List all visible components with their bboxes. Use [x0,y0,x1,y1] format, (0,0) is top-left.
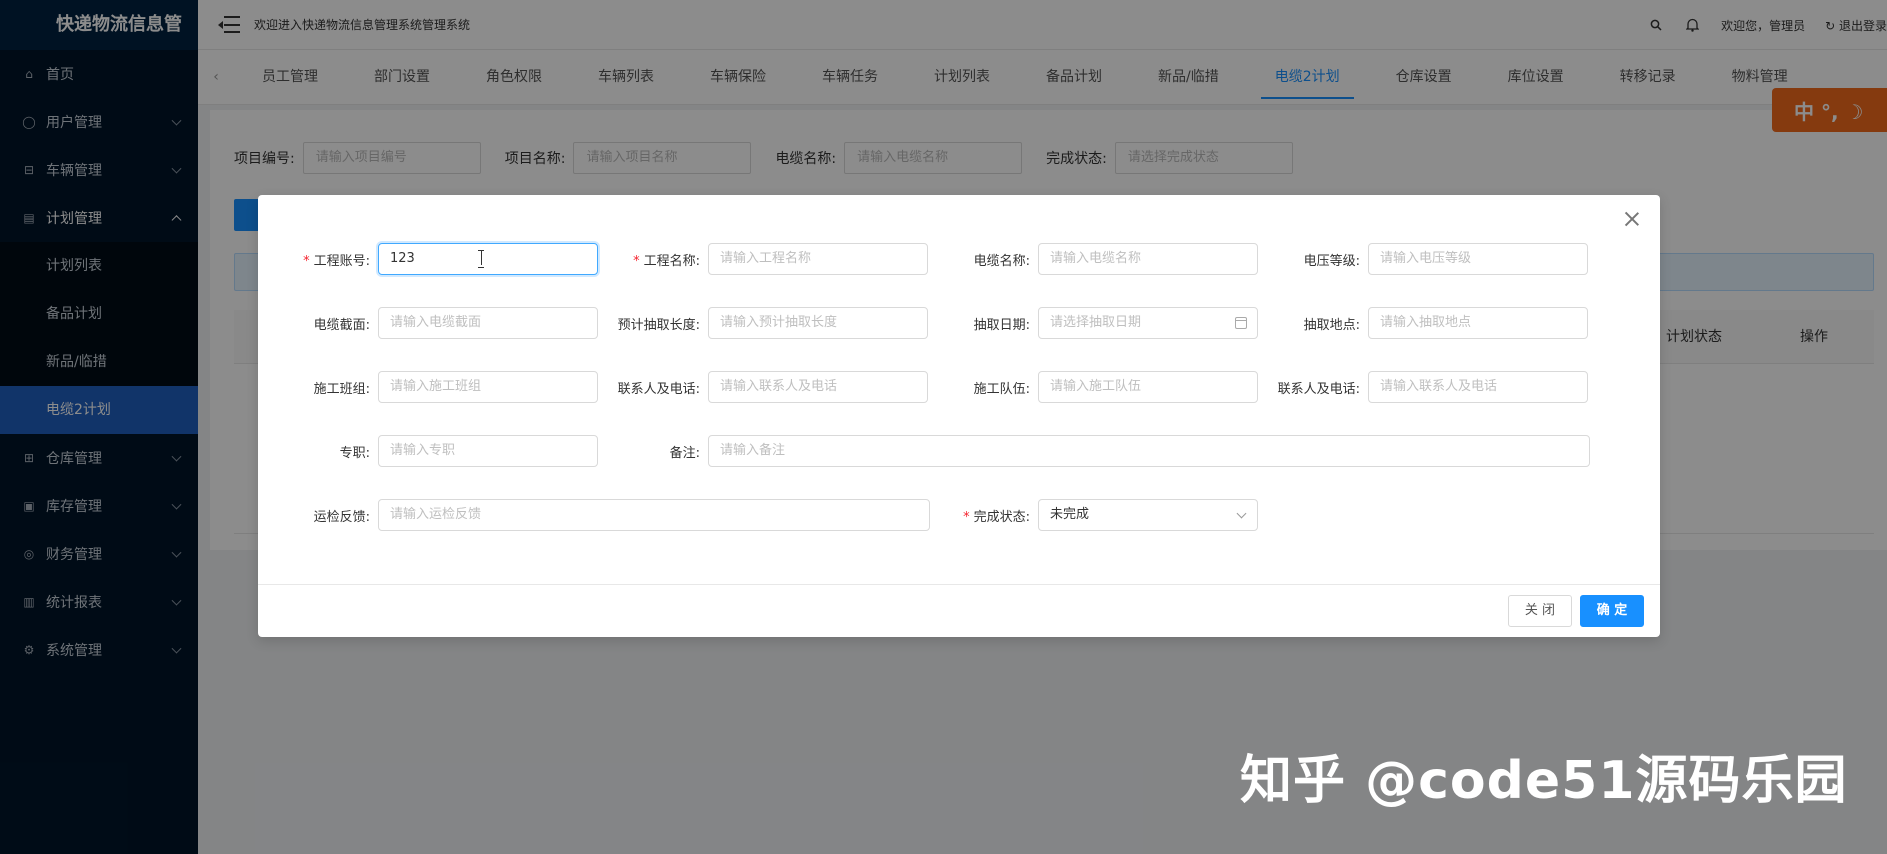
remark-input[interactable]: 请输入备注 [708,435,1590,467]
special-label: 专职: [339,445,370,461]
field-length: 预计抽取长度: 请输入预计抽取长度 [598,307,928,339]
field-status: * 完成状态: 未完成 [930,499,1258,531]
team-label: 施工班组: [313,381,370,397]
cable-name-label: 电缆名称: [973,253,1030,269]
status-label: 完成状态: [973,509,1030,525]
section-label: 电缆截面: [313,317,370,333]
field-section: 电缆截面: 请输入电缆截面 [258,307,598,339]
account-input[interactable]: 123 [378,243,598,275]
field-crew: 施工队伍: 请输入施工队伍 [930,371,1258,403]
field-engineering-name: * 工程名称: 请输入工程名称 [598,243,928,275]
chevron-down-icon [1236,508,1247,519]
required-mark: * [303,253,310,269]
special-input[interactable]: 请输入专职 [378,435,598,467]
field-account: * 工程账号: 123 [258,243,598,275]
field-contact-2: 联系人及电话: 请输入联系人及电话 [1260,371,1588,403]
contact-1-input[interactable]: 请输入联系人及电话 [708,371,928,403]
required-mark: * [633,253,640,269]
confirm-button[interactable]: 确 定 [1580,595,1644,627]
dialog-footer: 关 闭 确 定 [258,584,1660,637]
team-input[interactable]: 请输入施工班组 [378,371,598,403]
field-date: 抽取日期: 请选择抽取日期 [930,307,1258,339]
crew-input[interactable]: 请输入施工队伍 [1038,371,1258,403]
feedback-input[interactable]: 请输入运检反馈 [378,499,930,531]
engineering-name-label: 工程名称: [643,253,700,269]
account-label: 工程账号: [313,253,370,269]
length-input[interactable]: 请输入预计抽取长度 [708,307,928,339]
crew-label: 施工队伍: [973,381,1030,397]
field-feedback: 运检反馈: 请输入运检反馈 [258,499,930,531]
field-cable-name: 电缆名称: 请输入电缆名称 [930,243,1258,275]
close-button[interactable]: 关 闭 [1508,595,1572,627]
cable-plan-dialog: * 工程账号: 123 * 工程名称: 请输入工程名称 电缆名称: 请输入电缆名称 … [258,195,1660,637]
engineering-name-input[interactable]: 请输入工程名称 [708,243,928,275]
voltage-input[interactable]: 请输入电压等级 [1368,243,1588,275]
section-input[interactable]: 请输入电缆截面 [378,307,598,339]
field-contact-1: 联系人及电话: 请输入联系人及电话 [598,371,928,403]
field-special: 专职: 请输入专职 [258,435,598,467]
length-label: 预计抽取长度: [617,317,700,333]
date-label: 抽取日期: [973,317,1030,333]
remark-label: 备注: [669,445,700,461]
field-remark: 备注: 请输入备注 [598,435,1590,467]
voltage-label: 电压等级: [1303,253,1360,269]
watermark-text: 知乎 @code51源码乐园 [1240,751,1848,811]
place-label: 抽取地点: [1303,317,1360,333]
status-select[interactable]: 未完成 [1038,499,1258,531]
feedback-label: 运检反馈: [313,509,370,525]
contact-2-input[interactable]: 请输入联系人及电话 [1368,371,1588,403]
text-cursor-icon [478,250,484,268]
contact-1-label: 联系人及电话: [617,381,700,397]
field-place: 抽取地点: 请输入抽取地点 [1260,307,1588,339]
place-input[interactable]: 请输入抽取地点 [1368,307,1588,339]
contact-2-label: 联系人及电话: [1277,381,1360,397]
calendar-icon [1235,317,1247,329]
cable-name-input[interactable]: 请输入电缆名称 [1038,243,1258,275]
field-voltage: 电压等级: 请输入电压等级 [1260,243,1588,275]
required-mark: * [963,509,970,525]
field-team: 施工班组: 请输入施工班组 [258,371,598,403]
date-picker[interactable]: 请选择抽取日期 [1038,307,1258,339]
close-icon[interactable] [1622,209,1642,229]
